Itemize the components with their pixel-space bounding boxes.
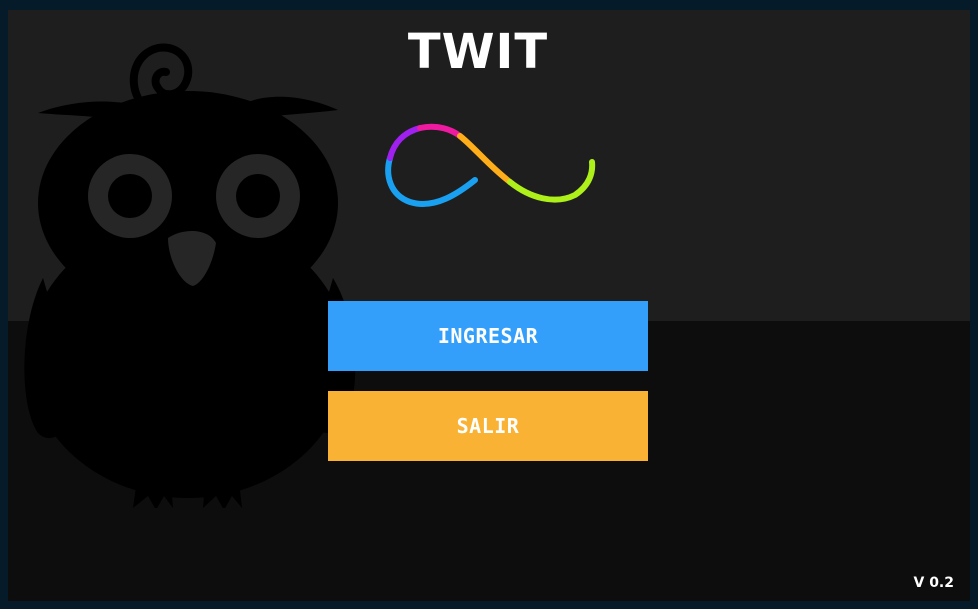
infinity-logo-icon — [385, 123, 596, 207]
ingresar-button[interactable]: INGRESAR — [328, 301, 648, 371]
app-window: TWIT INGRESAR SALIR V 0.2 — [0, 0, 978, 609]
salir-button[interactable]: SALIR — [328, 391, 648, 461]
version-label: V 0.2 — [913, 575, 954, 591]
main-screen: TWIT INGRESAR SALIR V 0.2 — [8, 10, 970, 601]
owl-silhouette-icon — [24, 43, 356, 508]
app-title: TWIT — [407, 24, 549, 80]
